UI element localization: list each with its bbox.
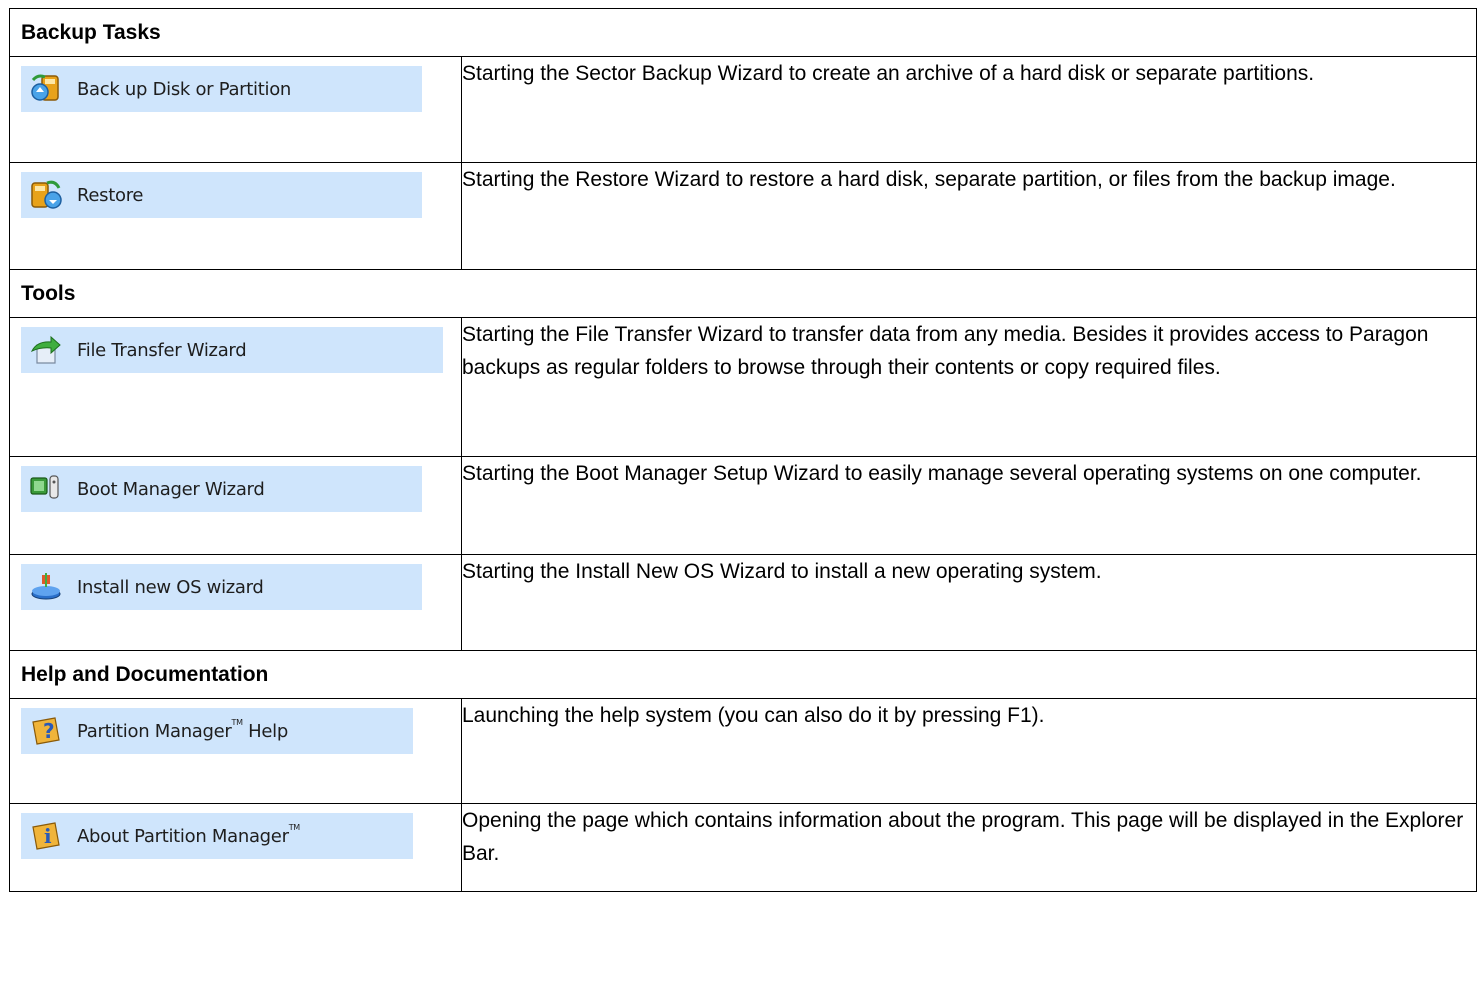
table-row: File Transfer Wizard Starting the File T… [9, 317, 1477, 457]
install-os-icon [31, 573, 61, 600]
section-title: Help and Documentation [9, 650, 1477, 699]
description: Starting the File Transfer Wizard to tra… [461, 317, 1477, 457]
button-label: About Partition Manager [77, 825, 289, 847]
table-row: Boot Manager Wizard Starting the Boot Ma… [9, 456, 1477, 555]
boot-manager-wizard-button[interactable]: Boot Manager Wizard [21, 466, 422, 512]
table-row: Restore Starting the Restore Wizard to r… [9, 162, 1477, 270]
section-title: Tools [9, 269, 1477, 318]
table-row: i About Partition ManagerTM Opening the … [9, 803, 1477, 892]
button-label: Restore [77, 184, 144, 206]
about-icon: i [32, 822, 60, 850]
button-suffix: Help [242, 720, 289, 742]
button-label: Boot Manager Wizard [77, 478, 265, 500]
back-up-disk-button[interactable]: Back up Disk or Partition [21, 66, 422, 112]
backup-icon [31, 74, 59, 101]
feature-table: Backup Tasks Back up Disk or Partition S… [9, 8, 1477, 892]
section-header-tools: Tools [9, 269, 1477, 318]
section-header-backup-tasks: Backup Tasks [9, 8, 1477, 57]
button-label: Partition Manager [77, 720, 232, 742]
section-title: Backup Tasks [9, 8, 1477, 57]
button-label: Install new OS wizard [77, 576, 264, 598]
restore-icon [31, 180, 62, 209]
button-label: Back up Disk or Partition [77, 78, 292, 100]
trademark: TM [288, 822, 301, 832]
svg-text:?: ? [43, 719, 55, 743]
table-row: ? Partition ManagerTM Help Launching the… [9, 698, 1477, 804]
description: Starting the Install New OS Wizard to in… [461, 554, 1477, 651]
description: Starting the Boot Manager Setup Wizard t… [461, 456, 1477, 555]
svg-text:i: i [44, 824, 52, 848]
restore-button[interactable]: Restore [21, 172, 422, 218]
trademark: TM [231, 717, 244, 727]
about-partition-manager-button[interactable]: i About Partition ManagerTM [21, 813, 413, 859]
table-row: Install new OS wizard Starting the Insta… [9, 554, 1477, 651]
boot-manager-icon [30, 475, 59, 499]
description: Opening the page which contains informat… [461, 803, 1477, 892]
description: Starting the Sector Backup Wizard to cre… [461, 56, 1477, 163]
description: Starting the Restore Wizard to restore a… [461, 162, 1477, 270]
help-icon: ? [32, 717, 60, 745]
file-transfer-wizard-button[interactable]: File Transfer Wizard [21, 327, 443, 373]
file-transfer-icon [30, 335, 61, 364]
section-header-help: Help and Documentation [9, 650, 1477, 699]
table-row: Back up Disk or Partition Starting the S… [9, 56, 1477, 163]
button-label: File Transfer Wizard [77, 339, 247, 361]
install-new-os-wizard-button[interactable]: Install new OS wizard [21, 564, 422, 610]
description: Launching the help system (you can also … [461, 698, 1477, 804]
partition-manager-help-button[interactable]: ? Partition ManagerTM Help [21, 708, 413, 754]
